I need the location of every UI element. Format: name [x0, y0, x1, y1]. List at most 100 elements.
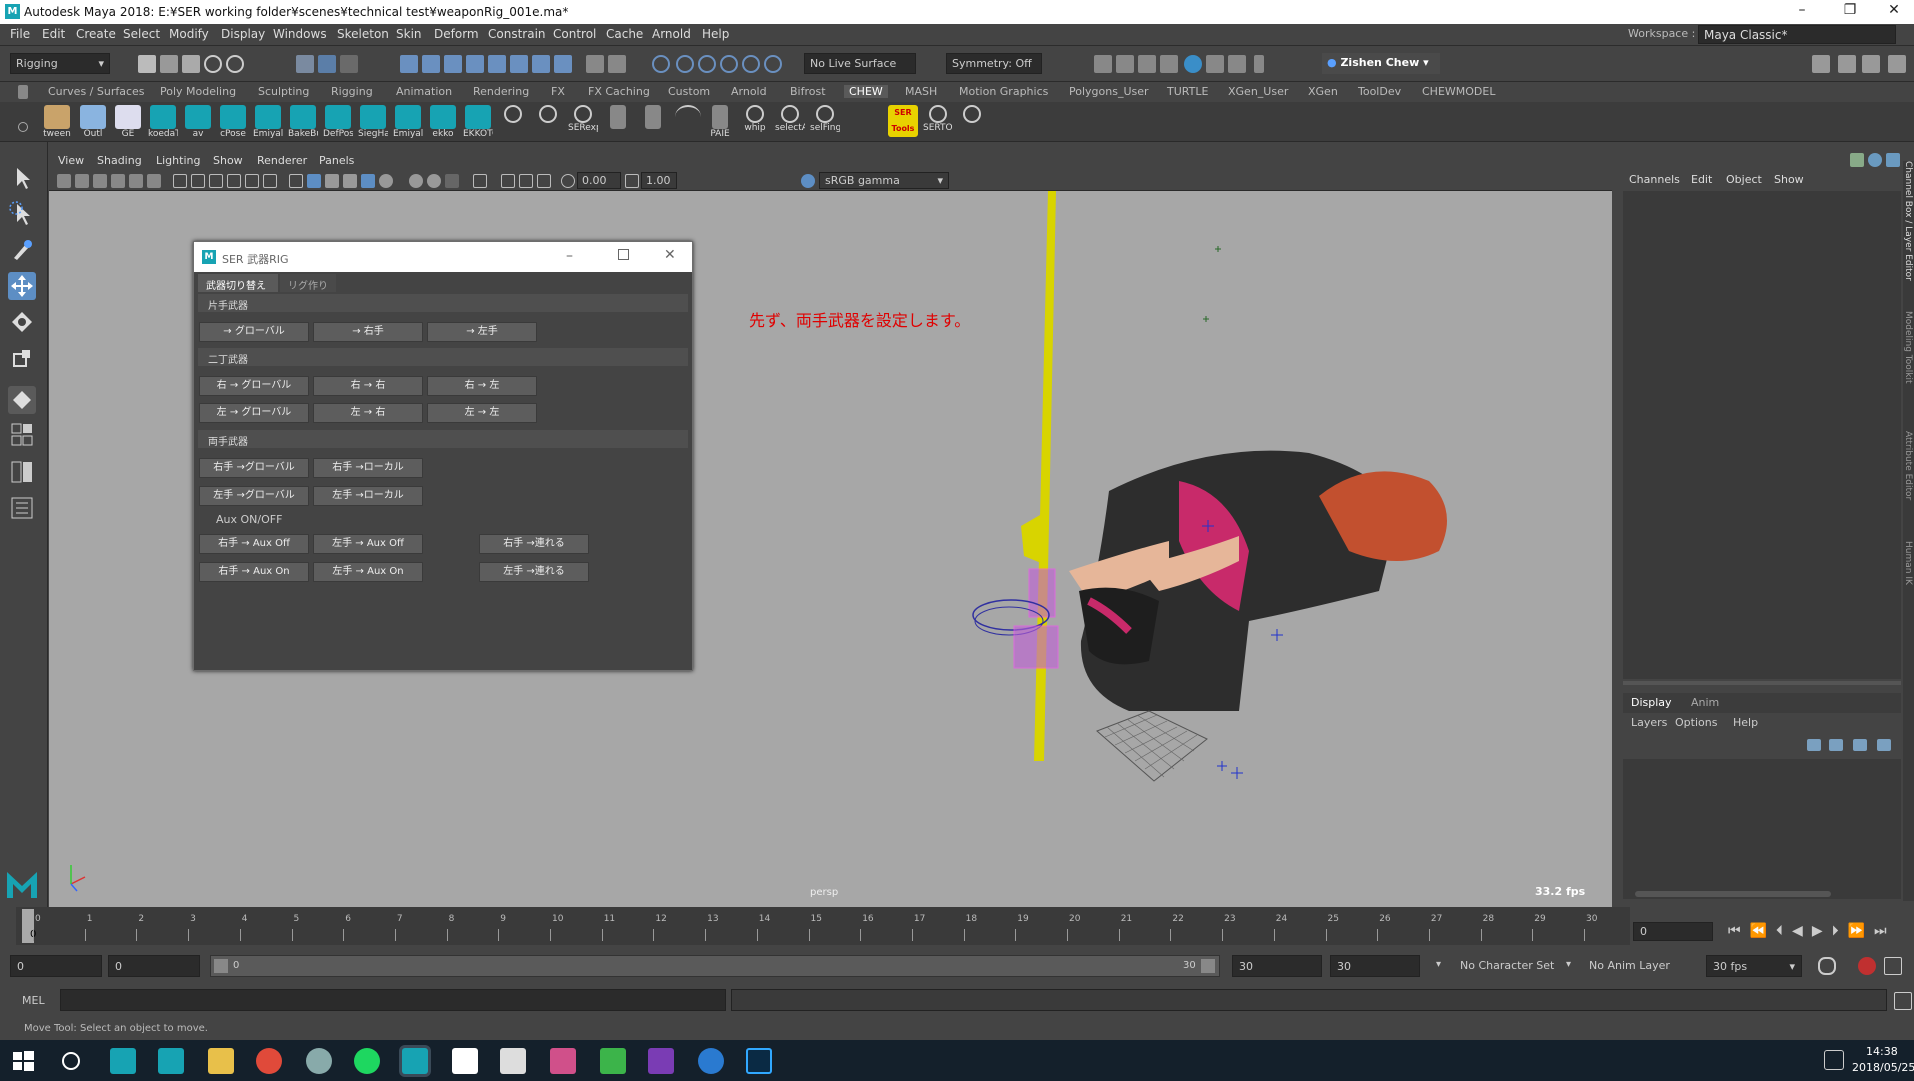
- dual-left-to-right-button[interactable]: 左 → 右: [313, 403, 423, 423]
- chevron-down-icon[interactable]: ▾: [1566, 959, 1571, 970]
- shelf-button-siegha[interactable]: SiegHa: [358, 105, 388, 141]
- show-menu[interactable]: Show: [1774, 173, 1804, 186]
- image-plane-icon[interactable]: [111, 174, 125, 188]
- step-back-frame-icon[interactable]: ⏴: [1776, 923, 1792, 939]
- shelf-button-curve[interactable]: [674, 105, 702, 141]
- select-by-object-icon[interactable]: [318, 55, 336, 73]
- tray-pen-icon[interactable]: [1824, 1050, 1844, 1070]
- menu-edit[interactable]: Edit: [42, 27, 65, 41]
- shelf-button-joint[interactable]: [604, 105, 632, 141]
- playback-start-field[interactable]: 0: [108, 955, 200, 977]
- user-account-dropdown[interactable]: ● Zishen Chew ▾: [1322, 53, 1440, 74]
- new-layer-selected-icon[interactable]: [1877, 739, 1891, 751]
- edit-menu[interactable]: Edit: [1691, 173, 1712, 186]
- range-end-handle[interactable]: [1201, 959, 1215, 973]
- taskbar-explorer-icon[interactable]: [208, 1048, 234, 1074]
- exposure-icon[interactable]: [561, 174, 575, 188]
- close-window-button[interactable]: ✕: [1876, 2, 1912, 22]
- wireframe-on-shaded-icon[interactable]: [325, 174, 339, 188]
- layer-list[interactable]: [1623, 759, 1901, 899]
- taskbar-chrome-icon[interactable]: [256, 1048, 282, 1074]
- textured-icon[interactable]: [343, 174, 357, 188]
- move-tool-icon[interactable]: [8, 272, 36, 300]
- shelf-button-outl[interactable]: Outl: [79, 105, 107, 141]
- arnold-render-icon[interactable]: [1206, 55, 1224, 73]
- viewport-menu-renderer[interactable]: Renderer: [257, 154, 307, 167]
- menu-control[interactable]: Control: [553, 27, 596, 41]
- camera-attributes-icon[interactable]: [75, 174, 89, 188]
- shelf-tab[interactable]: Rigging: [331, 85, 373, 98]
- shelf-button-ekko[interactable]: ekko: [429, 105, 457, 141]
- magnet-icon[interactable]: [720, 55, 738, 73]
- two-hand-left-local-button[interactable]: 左手 →ローカル: [313, 486, 423, 506]
- menu-windows[interactable]: Windows: [273, 27, 327, 41]
- workspace-dropdown[interactable]: Maya Classic*: [1698, 25, 1896, 44]
- arnold-ipr-icon[interactable]: [1228, 55, 1246, 73]
- color-management-icon[interactable]: [801, 174, 815, 188]
- shelf-button-selecta[interactable]: selectA: [775, 105, 805, 141]
- auto-key-icon[interactable]: [1858, 957, 1876, 975]
- rotate-snap-icon[interactable]: [742, 55, 760, 73]
- attribute-editor-icon[interactable]: [1862, 55, 1880, 73]
- snap-align-icon[interactable]: [698, 55, 716, 73]
- panel-pin-icon[interactable]: [1886, 153, 1900, 167]
- shelf-button-defpos[interactable]: DefPos: [323, 105, 353, 141]
- viewport-menu-show[interactable]: Show: [213, 154, 243, 167]
- menu-file[interactable]: File: [10, 27, 30, 41]
- taskbar-maps-icon[interactable]: [698, 1048, 724, 1074]
- windows-start-icon[interactable]: [10, 1048, 36, 1074]
- two-hand-left-global-button[interactable]: 左手 →グローバル: [199, 486, 309, 506]
- locator[interactable]: [1271, 629, 1283, 641]
- anim-layer-label[interactable]: No Anim Layer: [1589, 959, 1670, 972]
- locator[interactable]: [1231, 767, 1243, 779]
- channels-menu[interactable]: Channels: [1629, 173, 1680, 186]
- layout-two-icon[interactable]: [8, 458, 36, 486]
- shelf-button-cpose[interactable]: cPose: [219, 105, 247, 141]
- shelf-tab[interactable]: Rendering: [473, 85, 529, 98]
- shelf-button-ik[interactable]: [639, 105, 667, 141]
- shelf-button-tween[interactable]: tween: [43, 105, 71, 141]
- chevron-down-icon[interactable]: ▾: [1436, 959, 1441, 970]
- xray-icon[interactable]: [361, 174, 375, 188]
- colorspace-dropdown[interactable]: sRGB gamma ▾: [819, 172, 949, 189]
- taskbar-calculator-icon[interactable]: [500, 1048, 526, 1074]
- fps-dropdown[interactable]: 30 fps ▾: [1706, 955, 1802, 977]
- shelf-menu-icon[interactable]: [18, 85, 28, 99]
- menu-modify[interactable]: Modify: [169, 27, 209, 41]
- shelf-tab[interactable]: Sculpting: [258, 85, 309, 98]
- tab-weapon-switch[interactable]: 武器切り替え: [198, 274, 278, 292]
- isolate-select-icon[interactable]: [473, 174, 487, 188]
- soft-select-icon[interactable]: [764, 55, 782, 73]
- shelf-tab[interactable]: XGen: [1308, 85, 1338, 98]
- lasso-tool-icon[interactable]: [8, 200, 36, 228]
- shelf-button-whip[interactable]: whip: [741, 105, 769, 141]
- shelf-tab[interactable]: Motion Graphics: [959, 85, 1048, 98]
- dialog-maximize-button[interactable]: [618, 249, 629, 260]
- locator[interactable]: [1215, 246, 1221, 252]
- character-controls-icon[interactable]: [1838, 55, 1856, 73]
- taskbar-maya-active-icon[interactable]: [402, 1048, 428, 1074]
- right-aux-on-button[interactable]: 右手 → Aux On: [199, 562, 309, 582]
- shelf-tab[interactable]: ToolDev: [1358, 85, 1401, 98]
- dialog-close-button[interactable]: ✕: [664, 247, 676, 263]
- panel-tool-icon[interactable]: [1850, 153, 1864, 167]
- channel-box-area[interactable]: [1623, 191, 1901, 679]
- shelf-button-koedat[interactable]: koedaT: [148, 105, 178, 141]
- menu-skeleton[interactable]: Skeleton: [337, 27, 389, 41]
- shelf-button-python-1[interactable]: [499, 105, 527, 141]
- gamma-field[interactable]: 1.00: [641, 172, 677, 189]
- section-one-hand[interactable]: 片手武器: [198, 294, 688, 312]
- select-tool-icon[interactable]: [8, 164, 36, 192]
- snap-curve-icon[interactable]: [422, 55, 440, 73]
- locator[interactable]: [1203, 316, 1209, 322]
- menu-cache[interactable]: Cache: [606, 27, 643, 41]
- ground-plane[interactable]: [1096, 710, 1208, 782]
- dual-right-to-left-button[interactable]: 右 → 左: [427, 376, 537, 396]
- xray-active-icon[interactable]: [519, 174, 533, 188]
- taskbar-spotify-icon[interactable]: [354, 1048, 380, 1074]
- field-chart-icon[interactable]: [245, 174, 259, 188]
- play-forward-icon[interactable]: ▶: [1812, 923, 1832, 939]
- 2d-pan-zoom-icon[interactable]: [129, 174, 143, 188]
- shelf-button-skin[interactable]: PAIE: [706, 105, 734, 141]
- current-frame-field[interactable]: 0: [1633, 922, 1713, 941]
